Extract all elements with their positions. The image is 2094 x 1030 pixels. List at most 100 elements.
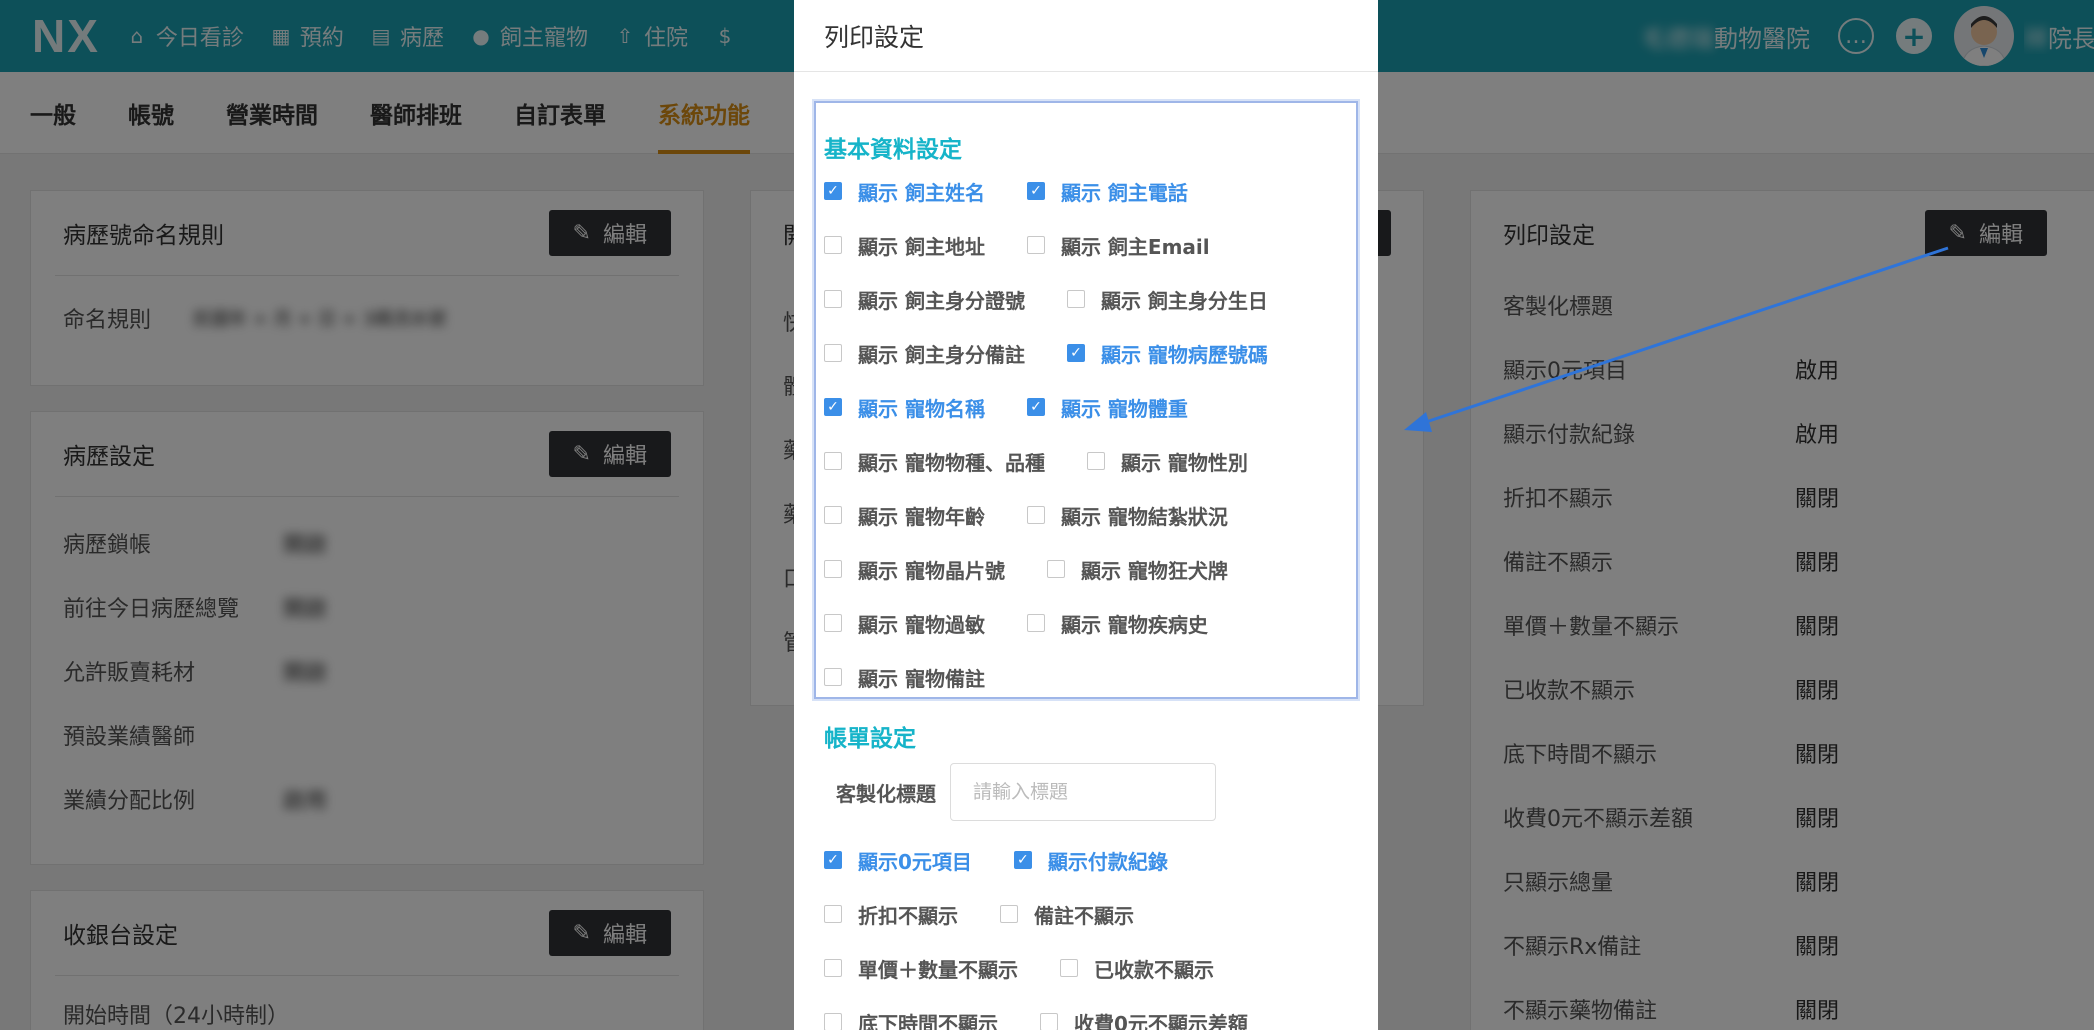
checkbox-option[interactable]: 顯示 飼主身分備註 (824, 339, 1025, 368)
checkbox-option[interactable]: 顯示 飼主地址 (824, 231, 985, 260)
checkbox-checked-icon[interactable]: ✓ (1066, 344, 1085, 362)
checkbox-label: 顯示 寵物疾病史 (1060, 612, 1208, 637)
checkbox-label: 顯示 寵物年齡 (858, 504, 985, 529)
custom-title-input[interactable] (950, 763, 1216, 821)
checkbox-empty-icon[interactable] (824, 506, 842, 524)
checkbox-option[interactable]: 顯示 飼主Email (1026, 231, 1210, 260)
checkbox-empty-icon[interactable] (1060, 959, 1078, 977)
checkbox-row: ✓ 顯示 飼主姓名 ✓ 顯示 飼主電話 (824, 171, 1230, 211)
checkbox-option[interactable]: ✓ 顯示 飼主電話 (1026, 177, 1188, 206)
checkbox-option[interactable]: 顯示 飼主身分證號 (824, 285, 1025, 314)
checkbox-empty-icon[interactable] (824, 959, 842, 977)
checkbox-checked-icon[interactable]: ✓ (824, 398, 842, 416)
checkbox-empty-icon[interactable] (1066, 290, 1085, 308)
checkbox-empty-icon[interactable] (824, 1013, 842, 1030)
checkbox-row: ✓ 顯示0元項目 ✓ 顯示付款紀錄 (824, 840, 1210, 880)
checkbox-option[interactable]: 已收款不顯示 (1060, 954, 1214, 983)
checkbox-row: 顯示 寵物過敏 顯示 寵物疾病史 (824, 603, 1250, 643)
checkbox-label: 顯示 寵物病歷號碼 (1100, 342, 1268, 367)
modal-title: 列印設定 (794, 0, 1378, 72)
checkbox-option[interactable]: 顯示 寵物備註 (824, 663, 985, 692)
basic-info-section-title: 基本資料設定 (824, 137, 962, 163)
checkbox-label: 顯示 寵物狂犬牌 (1080, 558, 1228, 583)
custom-title-row: 客製化標題 (836, 763, 1216, 821)
checkbox-empty-icon[interactable] (1040, 1013, 1058, 1030)
checkbox-empty-icon[interactable] (824, 452, 842, 470)
checkbox-empty-icon[interactable] (1000, 905, 1018, 923)
checkbox-option[interactable]: 顯示 寵物晶片號 (824, 555, 1005, 584)
checkbox-label: 顯示 飼主地址 (858, 234, 985, 259)
checkbox-checked-icon[interactable]: ✓ (824, 182, 842, 200)
checkbox-row: 底下時間不顯示 收費0元不顯示差額 (824, 1002, 1290, 1030)
checkbox-empty-icon[interactable] (824, 905, 842, 923)
checkbox-option[interactable]: 顯示 寵物疾病史 (1026, 609, 1208, 638)
custom-title-label: 客製化標題 (836, 781, 936, 806)
checkbox-label: 顯示 飼主姓名 (858, 180, 985, 205)
checkbox-row: 顯示 寵物物種、品種 顯示 寵物性別 (824, 441, 1290, 481)
checkbox-label: 顯示 寵物性別 (1120, 450, 1248, 475)
checkbox-row: 顯示 飼主身分證號 顯示 飼主身分生日 (824, 279, 1310, 319)
checkbox-checked-icon[interactable]: ✓ (1013, 851, 1032, 869)
checkbox-label: 顯示 寵物名稱 (858, 396, 985, 421)
checkbox-option[interactable]: 顯示 寵物年齡 (824, 501, 985, 530)
checkbox-option[interactable]: 顯示 飼主身分生日 (1066, 285, 1268, 314)
checkbox-option[interactable]: 備註不顯示 (1000, 900, 1134, 929)
checkbox-label: 顯示 寵物結紮狀況 (1060, 504, 1228, 529)
checkbox-empty-icon[interactable] (824, 560, 842, 578)
checkbox-row: 顯示 寵物年齡 顯示 寵物結紮狀況 (824, 495, 1270, 535)
checkbox-label: 顯示 寵物過敏 (858, 612, 985, 637)
checkbox-option[interactable]: ✓ 顯示付款紀錄 (1013, 846, 1168, 875)
checkbox-label: 已收款不顯示 (1094, 957, 1214, 982)
checkbox-option[interactable]: ✓ 顯示 寵物病歷號碼 (1066, 339, 1268, 368)
checkbox-label: 顯示 寵物物種、品種 (858, 450, 1045, 475)
checkbox-label: 顯示 飼主身分證號 (858, 288, 1025, 313)
checkbox-option[interactable]: 折扣不顯示 (824, 900, 958, 929)
checkbox-label: 顯示 寵物晶片號 (858, 558, 1005, 583)
checkbox-option[interactable]: ✓ 顯示 飼主姓名 (824, 177, 985, 206)
checkbox-label: 顯示 飼主身分備註 (858, 342, 1025, 367)
checkbox-empty-icon[interactable] (1086, 452, 1105, 470)
checkbox-label: 顯示 寵物體重 (1060, 396, 1188, 421)
checkbox-label: 顯示 飼主電話 (1060, 180, 1188, 205)
checkbox-row: 折扣不顯示 備註不顯示 (824, 894, 1176, 934)
bill-section-title: 帳單設定 (824, 726, 916, 752)
checkbox-row: 單價＋數量不顯示 已收款不顯示 (824, 948, 1256, 988)
checkbox-option[interactable]: 顯示 寵物狂犬牌 (1046, 555, 1228, 584)
checkbox-label: 顯示0元項目 (858, 849, 972, 874)
checkbox-option[interactable]: ✓ 顯示0元項目 (824, 846, 972, 875)
checkbox-label: 單價＋數量不顯示 (858, 957, 1018, 982)
print-settings-modal: 列印設定 基本資料設定 ✓ 顯示 飼主姓名 ✓ 顯示 飼主電話 顯示 飼主地址 顯示 飼主… (794, 0, 1378, 1030)
checkbox-label: 顯示 飼主身分生日 (1100, 288, 1268, 313)
checkbox-label: 備註不顯示 (1034, 903, 1134, 928)
checkbox-option[interactable]: 顯示 寵物物種、品種 (824, 447, 1045, 476)
checkbox-empty-icon[interactable] (1046, 560, 1065, 578)
checkbox-empty-icon[interactable] (824, 344, 842, 362)
checkbox-label: 底下時間不顯示 (858, 1011, 998, 1030)
checkbox-label: 顯示付款紀錄 (1047, 849, 1168, 874)
checkbox-option[interactable]: 顯示 寵物過敏 (824, 609, 985, 638)
checkbox-row: ✓ 顯示 寵物名稱 ✓ 顯示 寵物體重 (824, 387, 1230, 427)
checkbox-option[interactable]: 顯示 寵物性別 (1086, 447, 1248, 476)
checkbox-checked-icon[interactable]: ✓ (1026, 182, 1045, 200)
checkbox-row: 顯示 飼主地址 顯示 飼主Email (824, 225, 1252, 265)
checkbox-option[interactable]: 顯示 寵物結紮狀況 (1026, 501, 1228, 530)
checkbox-option[interactable]: 收費0元不顯示差額 (1040, 1008, 1248, 1030)
checkbox-option[interactable]: ✓ 顯示 寵物體重 (1026, 393, 1188, 422)
checkbox-label: 收費0元不顯示差額 (1074, 1011, 1248, 1030)
checkbox-label: 顯示 寵物備註 (858, 666, 985, 691)
checkbox-checked-icon[interactable]: ✓ (824, 851, 842, 869)
checkbox-empty-icon[interactable] (1026, 236, 1045, 254)
checkbox-label: 折扣不顯示 (858, 903, 958, 928)
checkbox-empty-icon[interactable] (824, 614, 842, 632)
checkbox-checked-icon[interactable]: ✓ (1026, 398, 1045, 416)
checkbox-empty-icon[interactable] (824, 290, 842, 308)
checkbox-option[interactable]: 底下時間不顯示 (824, 1008, 998, 1030)
checkbox-row: 顯示 寵物備註 (824, 657, 1027, 697)
checkbox-option[interactable]: 單價＋數量不顯示 (824, 954, 1018, 983)
checkbox-empty-icon[interactable] (824, 668, 842, 686)
checkbox-empty-icon[interactable] (1026, 506, 1045, 524)
checkbox-empty-icon[interactable] (1026, 614, 1045, 632)
checkbox-row: 顯示 寵物晶片號 顯示 寵物狂犬牌 (824, 549, 1270, 589)
checkbox-empty-icon[interactable] (824, 236, 842, 254)
checkbox-option[interactable]: ✓ 顯示 寵物名稱 (824, 393, 985, 422)
